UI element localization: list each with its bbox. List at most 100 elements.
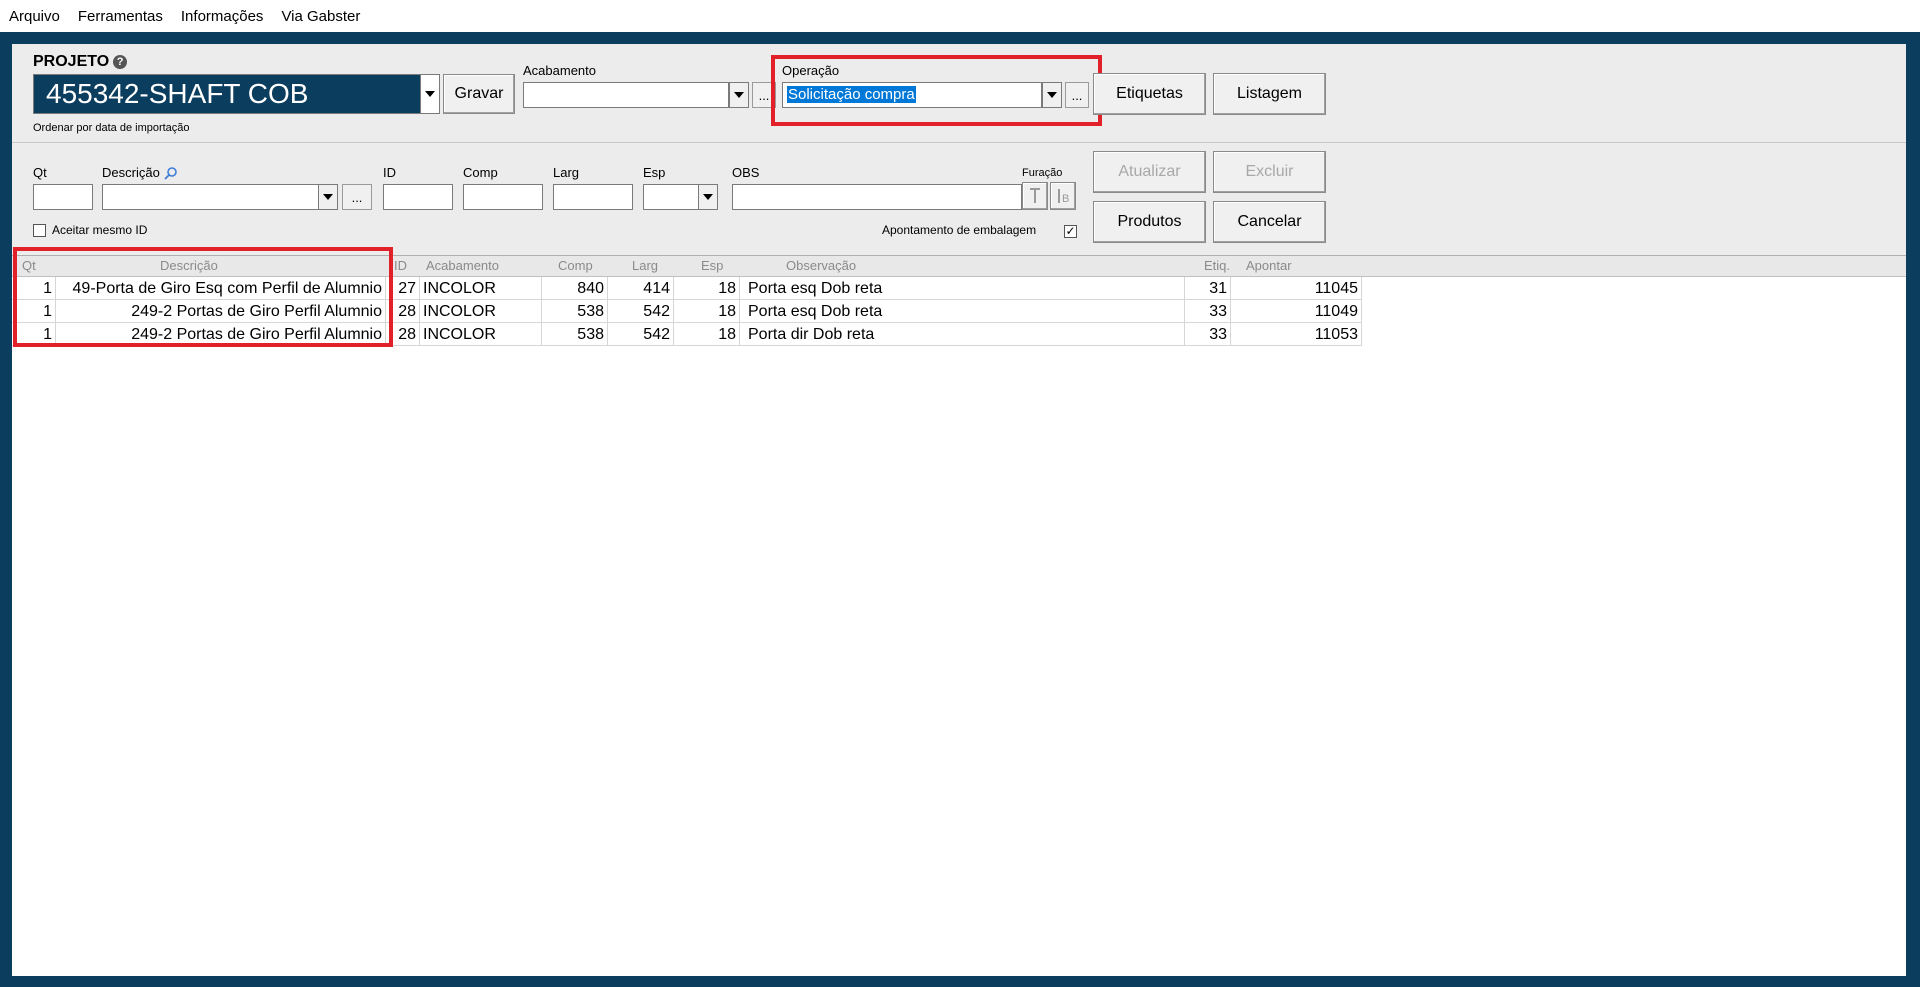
help-icon[interactable]: ? xyxy=(113,55,128,69)
qt-input[interactable] xyxy=(33,184,93,210)
cell-id: 28 xyxy=(386,300,420,323)
cell-apontar: 11053 xyxy=(1231,323,1362,346)
cell-comp: 840 xyxy=(542,277,608,300)
svg-text:B: B xyxy=(1062,193,1069,205)
atualizar-button[interactable]: Atualizar xyxy=(1093,151,1206,193)
cell-descricao: 249-2 Portas de Giro Perfil Alumnio xyxy=(56,300,386,323)
col-header-descricao[interactable]: Descrição xyxy=(160,258,218,273)
operacao-value: Solicitação compra xyxy=(787,86,916,103)
larg-label: Larg xyxy=(553,165,580,180)
cell-esp: 18 xyxy=(674,300,740,323)
cell-larg: 542 xyxy=(608,323,674,346)
larg-input[interactable] xyxy=(553,184,633,210)
operacao-dropdown-button[interactable] xyxy=(1042,82,1062,108)
cell-observacao: Porta esq Dob reta xyxy=(740,300,1185,323)
cell-comp: 538 xyxy=(542,300,608,323)
aceitar-mesmo-id-checkbox[interactable] xyxy=(33,224,46,237)
furacao-label: Furação xyxy=(1022,167,1063,179)
cell-esp: 18 xyxy=(674,277,740,300)
obs-input[interactable] xyxy=(732,184,1022,210)
cell-comp: 538 xyxy=(542,323,608,346)
col-header-etiq[interactable]: Etiq. xyxy=(1204,258,1230,273)
operacao-more-button[interactable]: ... xyxy=(1065,82,1089,108)
search-icon[interactable] xyxy=(164,166,178,180)
col-header-comp[interactable]: Comp xyxy=(558,258,593,273)
descricao-dropdown-button[interactable] xyxy=(318,184,338,210)
col-header-larg[interactable]: Larg xyxy=(632,258,658,273)
chevron-down-icon xyxy=(1047,92,1057,98)
col-header-esp[interactable]: Esp xyxy=(701,258,723,273)
menu-informacoes[interactable]: Informações xyxy=(172,8,273,25)
cell-larg: 542 xyxy=(608,300,674,323)
chevron-down-icon xyxy=(323,194,333,200)
projeto-select[interactable]: 455342-SHAFT COB xyxy=(33,74,433,114)
section-divider xyxy=(12,142,1906,143)
produtos-button[interactable]: Produtos xyxy=(1093,201,1206,243)
cell-qt: 1 xyxy=(12,277,56,300)
projeto-dropdown-button[interactable] xyxy=(420,74,440,114)
cell-esp: 18 xyxy=(674,323,740,346)
operacao-label: Operação xyxy=(782,63,840,78)
cell-descricao: 49-Porta de Giro Esq com Perfil de Alumn… xyxy=(56,277,386,300)
cell-descricao: 249-2 Portas de Giro Perfil Alumnio xyxy=(56,323,386,346)
cell-acabamento: INCOLOR xyxy=(420,277,542,300)
id-input[interactable] xyxy=(383,184,453,210)
menu-arquivo[interactable]: Arquivo xyxy=(0,8,69,25)
main-window: PROJETO ? 455342-SHAFT COB Gravar Ordena… xyxy=(0,32,1920,987)
cell-etiq: 33 xyxy=(1185,323,1231,346)
qt-label: Qt xyxy=(33,165,47,180)
furacao-top-button[interactable] xyxy=(1022,182,1048,210)
chevron-down-icon xyxy=(734,92,744,98)
acabamento-select[interactable] xyxy=(523,82,729,108)
col-header-observacao[interactable]: Observação xyxy=(786,258,856,273)
table-row[interactable]: 1 249-2 Portas de Giro Perfil Alumnio 28… xyxy=(12,323,1362,346)
menu-via-gabster[interactable]: Via Gabster xyxy=(272,8,369,25)
id-label: ID xyxy=(383,165,396,180)
obs-label: OBS xyxy=(732,165,760,180)
grid-header: Qt Descrição ID Acabamento Comp Larg Esp… xyxy=(12,256,1906,277)
aceitar-mesmo-id-label: Aceitar mesmo ID xyxy=(52,223,148,237)
gravar-button[interactable]: Gravar xyxy=(443,74,515,114)
table-row[interactable]: 1 49-Porta de Giro Esq com Perfil de Alu… xyxy=(12,277,1362,300)
furacao-bottom-button[interactable]: B xyxy=(1050,182,1076,210)
acabamento-dropdown-button[interactable] xyxy=(729,82,749,108)
table-row[interactable]: 1 249-2 Portas de Giro Perfil Alumnio 28… xyxy=(12,300,1362,323)
comp-label: Comp xyxy=(463,165,498,180)
apontamento-checkbox[interactable]: ✓ xyxy=(1064,225,1077,238)
projeto-value: 455342-SHAFT COB xyxy=(46,78,309,109)
cell-larg: 414 xyxy=(608,277,674,300)
etiquetas-button[interactable]: Etiquetas xyxy=(1093,73,1206,115)
esp-label: Esp xyxy=(643,165,666,180)
items-grid: Qt Descrição ID Acabamento Comp Larg Esp… xyxy=(12,247,1906,976)
excluir-button[interactable]: Excluir xyxy=(1213,151,1326,193)
acabamento-more-button[interactable]: ... xyxy=(752,82,776,108)
projeto-label-group: PROJETO ? xyxy=(33,53,128,71)
projeto-label: PROJETO xyxy=(33,53,110,70)
col-header-qt[interactable]: Qt xyxy=(22,258,36,273)
cell-id: 27 xyxy=(386,277,420,300)
esp-select[interactable] xyxy=(643,184,701,210)
acabamento-label: Acabamento xyxy=(523,63,596,78)
cell-qt: 1 xyxy=(12,300,56,323)
listagem-button[interactable]: Listagem xyxy=(1213,73,1326,115)
cell-acabamento: INCOLOR xyxy=(420,300,542,323)
cell-acabamento: INCOLOR xyxy=(420,323,542,346)
cell-observacao: Porta dir Dob reta xyxy=(740,323,1185,346)
apontamento-label: Apontamento de embalagem xyxy=(882,223,1037,237)
cell-observacao: Porta esq Dob reta xyxy=(740,277,1185,300)
esp-dropdown-button[interactable] xyxy=(698,184,718,210)
col-header-apontar[interactable]: Apontar xyxy=(1246,258,1292,273)
comp-input[interactable] xyxy=(463,184,543,210)
descricao-select[interactable] xyxy=(102,184,330,210)
descricao-label: Descrição xyxy=(102,165,160,180)
descricao-more-button[interactable]: ... xyxy=(342,184,372,210)
cell-etiq: 31 xyxy=(1185,277,1231,300)
cell-apontar: 11049 xyxy=(1231,300,1362,323)
menu-ferramentas[interactable]: Ferramentas xyxy=(69,8,172,25)
col-header-id[interactable]: ID xyxy=(394,258,407,273)
cancelar-button[interactable]: Cancelar xyxy=(1213,201,1326,243)
cell-etiq: 33 xyxy=(1185,300,1231,323)
cell-apontar: 11045 xyxy=(1231,277,1362,300)
operacao-select[interactable]: Solicitação compra xyxy=(782,82,1042,108)
col-header-acabamento[interactable]: Acabamento xyxy=(426,258,499,273)
